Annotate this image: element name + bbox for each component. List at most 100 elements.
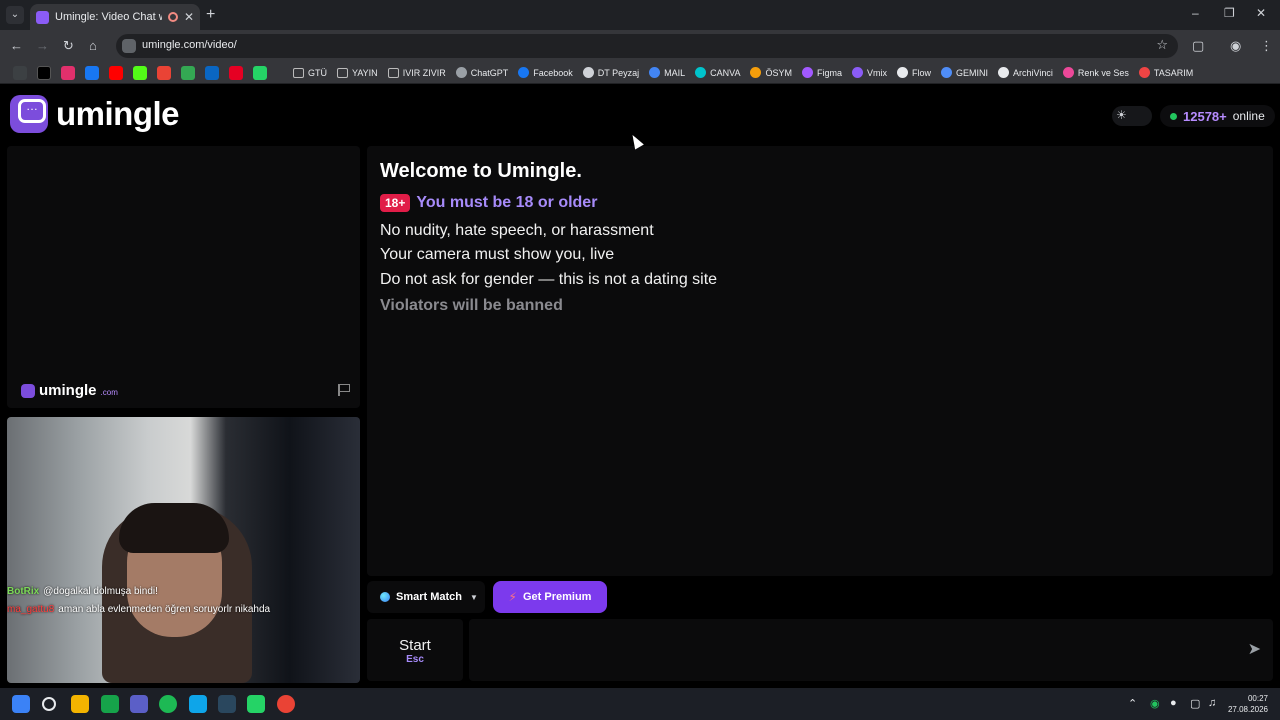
facebook-icon[interactable]	[85, 65, 99, 80]
chat-user: ma_gattu8	[7, 604, 55, 615]
bookmark-item[interactable]: MAIL	[649, 67, 685, 78]
chat-message: @dogalkal dolmuşa bindi!	[43, 586, 158, 597]
bookmark-item[interactable]: YAYIN	[337, 67, 378, 78]
bookmark-item[interactable]: CANVA	[695, 67, 740, 78]
bookmark-item[interactable]: DT Peyzaj	[582, 67, 640, 78]
watermark-suffix: .com	[100, 388, 118, 397]
bookmark-label: ArchiVinci	[1013, 67, 1053, 78]
pinterest-icon[interactable]	[229, 65, 243, 80]
send-icon[interactable]: ➤	[1248, 639, 1261, 659]
bookmark-item[interactable]: Renk ve Ses	[1062, 67, 1129, 78]
back-icon[interactable]: ←	[10, 38, 23, 53]
bookmark-label: ChatGPT	[470, 67, 509, 78]
defender-icon[interactable]: ◉	[1150, 697, 1160, 710]
windows-taskbar: ⌃ ◉ ● ▢ ♫ 00:27 27.08.2026	[0, 688, 1280, 720]
bookmark-label: Figma	[816, 67, 842, 78]
profile-icon[interactable]: ◉	[1230, 38, 1241, 54]
volume-icon[interactable]: ♫	[1208, 697, 1216, 709]
youtube-icon[interactable]	[109, 65, 123, 80]
chat-message: aman abla evlenmeden öğren soruyorlr nik…	[58, 604, 271, 615]
instagram-icon[interactable]	[61, 65, 75, 80]
bookmark-item[interactable]: IVIR ZIVIR	[387, 67, 446, 78]
bookmark-item[interactable]: ÖSYM	[750, 67, 792, 78]
kick-icon[interactable]	[133, 65, 147, 80]
theme-toggle[interactable]: ☀	[1112, 106, 1152, 126]
age-rule-text: You must be 18 or older	[416, 194, 598, 211]
app-icon[interactable]	[101, 695, 119, 713]
bookmark-item[interactable]: GEMINI	[941, 67, 988, 78]
steam-icon[interactable]	[218, 695, 236, 713]
bookmark-favicon-icon	[695, 67, 707, 78]
display-icon[interactable]: ▢	[1190, 697, 1200, 710]
bookmark-favicon-icon	[897, 67, 908, 78]
stream-chat-line: BotRix @dogalkal dolmuşa bindi!	[7, 586, 158, 597]
chevron-down-icon: ▼	[470, 592, 478, 602]
folder-icon	[293, 67, 304, 78]
bookmark-item[interactable]: Vmix	[852, 67, 887, 78]
reload-icon[interactable]: ↻	[63, 38, 74, 54]
remote-watermark: umingle .com	[21, 382, 118, 399]
window-close-icon[interactable]: ✕	[1256, 6, 1266, 20]
linkedin-icon[interactable]	[205, 65, 219, 80]
browser-menu-icon[interactable]: ⋮	[1260, 38, 1273, 54]
bookmark-item[interactable]: Flow	[897, 67, 931, 78]
bookmark-item[interactable]: TASARIM	[1138, 67, 1194, 78]
tray-chevron-icon[interactable]: ⌃	[1128, 697, 1137, 710]
chrome-icon[interactable]	[277, 695, 295, 713]
site-logo[interactable]: umingle	[10, 95, 180, 133]
home-icon[interactable]: ⌂	[89, 38, 97, 53]
url-text: umingle.com/video/	[142, 39, 237, 51]
file-explorer-icon[interactable]	[71, 695, 89, 713]
smart-match-dropdown[interactable]: Smart Match ▼	[367, 581, 485, 613]
bookmark-label: Flow	[912, 67, 932, 78]
logo-text: umingle	[56, 95, 180, 132]
site-info-icon[interactable]	[122, 39, 136, 53]
start-menu-icon[interactable]	[12, 695, 30, 713]
welcome-title: Welcome to Umingle.	[380, 160, 582, 182]
bookmark-item[interactable]: Facebook	[518, 67, 573, 78]
bookmark-favicon-icon	[852, 67, 863, 78]
bookmark-label: DT Peyzaj	[597, 67, 640, 78]
bookmark-star-icon[interactable]: ☆	[1156, 37, 1168, 53]
forward-icon[interactable]: →	[36, 38, 49, 53]
tab-search-icon[interactable]: ⌄	[6, 6, 24, 24]
bookmark-item[interactable]: GTÜ	[293, 67, 327, 78]
bookmark-item[interactable]: ArchiVinci	[998, 67, 1053, 78]
x-icon[interactable]	[37, 65, 51, 80]
search-icon[interactable]	[42, 697, 56, 711]
close-tab-icon[interactable]: ✕	[184, 10, 194, 24]
restore-icon[interactable]: ❐	[1224, 6, 1235, 20]
report-flag-icon[interactable]	[338, 384, 350, 396]
remote-video-panel: umingle .com	[7, 146, 360, 408]
online-count: 12578+	[1183, 108, 1227, 124]
bookmark-item[interactable]: Figma	[801, 67, 842, 78]
site-favicon-icon	[36, 10, 49, 24]
teams-icon[interactable]	[130, 695, 148, 713]
app-icon[interactable]	[189, 695, 207, 713]
microphone-icon[interactable]: ●	[1170, 697, 1177, 709]
get-premium-button[interactable]: ⚡ Get Premium	[493, 581, 607, 613]
message-input[interactable]: ➤	[469, 619, 1273, 681]
spotify-icon[interactable]	[159, 695, 177, 713]
address-bar[interactable]: umingle.com/video/ ☆	[116, 34, 1178, 58]
system-clock[interactable]: 00:27 27.08.2026	[1224, 693, 1268, 715]
bookmark-item[interactable]: ChatGPT	[455, 67, 509, 78]
whatsapp-icon[interactable]	[253, 65, 267, 80]
bookmark-label: Renk ve Ses	[1077, 67, 1129, 78]
bookmark-label: TASARIM	[1153, 67, 1194, 78]
start-button[interactable]: Start Esc	[367, 619, 463, 681]
watermark-logo-icon	[21, 383, 35, 398]
bookmark-favicon-icon	[518, 67, 530, 78]
browser-tab[interactable]: Umingle: Video Chat with S ✕	[30, 4, 200, 30]
bookmark-favicon-icon	[649, 67, 661, 78]
gmail-icon[interactable]	[157, 65, 171, 80]
bookmark-favicon-icon	[998, 67, 1010, 78]
apps-icon[interactable]	[13, 65, 27, 80]
camera-person-hair	[119, 503, 229, 553]
age-rule: 18+ You must be 18 or older	[380, 194, 597, 212]
new-tab-button[interactable]: +	[206, 6, 215, 24]
maps-icon[interactable]	[181, 65, 195, 80]
minimize-icon[interactable]: –	[1192, 6, 1199, 20]
whatsapp-icon[interactable]	[247, 695, 265, 713]
extensions-icon[interactable]: ▢	[1192, 38, 1204, 54]
